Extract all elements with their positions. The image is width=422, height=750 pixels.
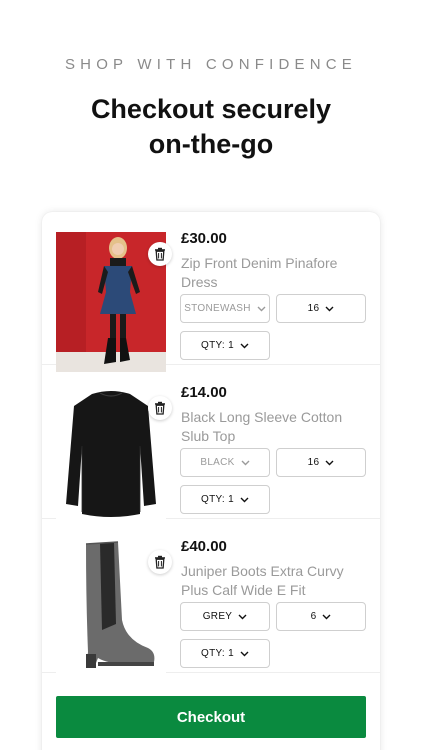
product-price: £40.00 [181, 538, 227, 555]
headline-line-1: Checkout securely [90, 94, 332, 124]
product-price: £30.00 [181, 230, 227, 247]
size-value: 16 [307, 457, 320, 468]
chevron-down-icon [325, 460, 334, 465]
size-value: 16 [307, 303, 320, 314]
quantity-select[interactable]: QTY: 1 [180, 331, 270, 360]
chevron-down-icon [240, 343, 249, 348]
trash-icon [155, 555, 165, 569]
colour-select[interactable]: GREY [180, 602, 270, 631]
cart-item: £40.00 Juniper Boots Extra Curvy Plus Ca… [42, 520, 380, 680]
remove-item-button[interactable] [148, 242, 172, 266]
checkout-button[interactable]: Checkout [56, 696, 366, 738]
chevron-down-icon [240, 651, 249, 656]
tagline: SHOP WITH CONFIDENCE [64, 56, 358, 73]
quantity-value: QTY: 1 [201, 648, 234, 659]
remove-item-button[interactable] [148, 550, 172, 574]
chevron-down-icon [257, 306, 266, 311]
quantity-value: QTY: 1 [201, 340, 234, 351]
colour-select[interactable]: BLACK [180, 448, 270, 477]
chevron-down-icon [322, 614, 331, 619]
chevron-down-icon [241, 460, 250, 465]
trash-icon [155, 247, 165, 261]
chevron-down-icon [240, 497, 249, 502]
product-name[interactable]: Black Long Sleeve Cotton Slub Top [181, 408, 366, 446]
product-price: £14.00 [181, 384, 227, 401]
quantity-select[interactable]: QTY: 1 [180, 485, 270, 514]
quantity-value: QTY: 1 [201, 494, 234, 505]
colour-select[interactable]: STONEWASH [180, 294, 270, 323]
size-select[interactable]: 16 [276, 294, 366, 323]
chevron-down-icon [325, 306, 334, 311]
cart-item: £14.00 Black Long Sleeve Cotton Slub Top… [42, 366, 380, 526]
cart-item: £30.00 Zip Front Denim Pinafore Dress ST… [42, 212, 380, 372]
size-select[interactable]: 6 [276, 602, 366, 631]
colour-value: BLACK [200, 457, 235, 468]
trash-icon [155, 401, 165, 415]
chevron-down-icon [238, 614, 247, 619]
cart-card: £30.00 Zip Front Denim Pinafore Dress ST… [42, 212, 380, 750]
product-name[interactable]: Juniper Boots Extra Curvy Plus Calf Wide… [181, 562, 366, 600]
remove-item-button[interactable] [148, 396, 172, 420]
size-value: 6 [310, 611, 317, 622]
quantity-select[interactable]: QTY: 1 [180, 639, 270, 668]
page-headline: Checkout securely on-the-go [0, 92, 422, 162]
size-select[interactable]: 16 [276, 448, 366, 477]
product-name[interactable]: Zip Front Denim Pinafore Dress [181, 254, 366, 292]
colour-value: GREY [202, 611, 233, 622]
colour-value: STONEWASH [184, 303, 251, 314]
headline-line-2: on-the-go [148, 129, 274, 159]
